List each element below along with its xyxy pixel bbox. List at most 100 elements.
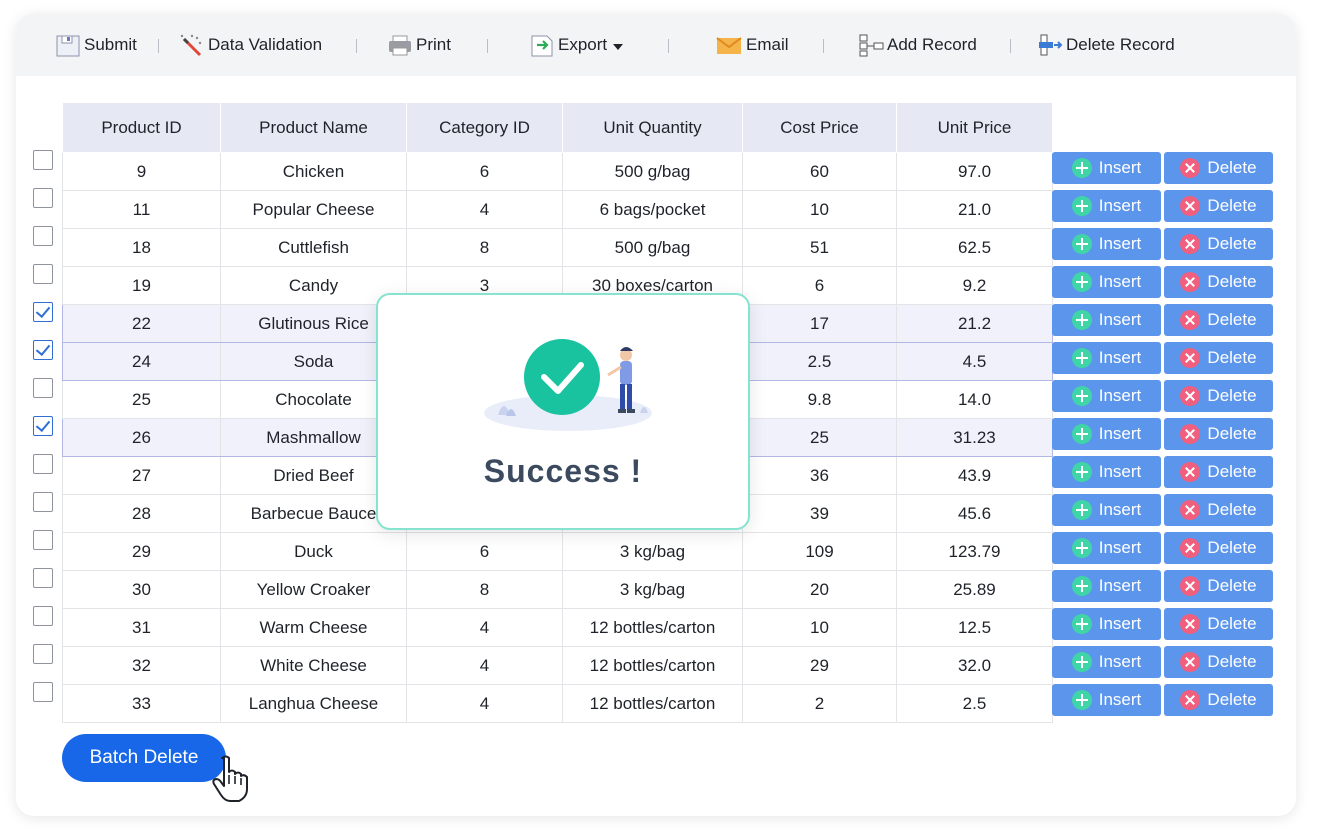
insert-row-button[interactable]: Insert <box>1052 418 1161 450</box>
product-name-cell[interactable]: Yellow Croaker <box>220 570 407 609</box>
delete-row-button[interactable]: Delete <box>1164 380 1273 412</box>
insert-row-button[interactable]: Insert <box>1052 304 1161 336</box>
category-id-cell[interactable]: 4 <box>406 646 563 685</box>
cost-price-cell[interactable]: 51 <box>742 228 897 267</box>
product-name-cell[interactable]: Warm Cheese <box>220 608 407 647</box>
row-checkbox[interactable] <box>33 606 53 626</box>
row-checkbox[interactable] <box>33 264 53 284</box>
category-id-cell[interactable]: 4 <box>406 684 563 723</box>
column-header-unit-price[interactable]: Unit Price <box>896 102 1053 153</box>
unit-quantity-cell[interactable]: 12 bottles/carton <box>562 608 743 647</box>
cost-price-cell[interactable]: 2 <box>742 684 897 723</box>
row-checkbox[interactable] <box>33 416 53 436</box>
cost-price-cell[interactable]: 36 <box>742 456 897 495</box>
table-row[interactable]: 30 Yellow Croaker 8 3 kg/bag 20 25.89 <box>62 570 1053 609</box>
data-validation-button[interactable]: Data Validation <box>180 14 322 76</box>
table-row[interactable]: 31 Warm Cheese 4 12 bottles/carton 10 12.5 <box>62 608 1053 647</box>
cost-price-cell[interactable]: 17 <box>742 304 897 343</box>
unit-price-cell[interactable]: 45.6 <box>896 494 1053 533</box>
cost-price-cell[interactable]: 20 <box>742 570 897 609</box>
column-header-category-id[interactable]: Category ID <box>406 102 563 153</box>
insert-row-button[interactable]: Insert <box>1052 152 1161 184</box>
product-id-cell[interactable]: 11 <box>62 190 221 229</box>
row-checkbox[interactable] <box>33 492 53 512</box>
product-id-cell[interactable]: 28 <box>62 494 221 533</box>
delete-record-button[interactable]: Delete Record <box>1038 14 1175 76</box>
delete-row-button[interactable]: Delete <box>1164 494 1273 526</box>
batch-delete-button[interactable]: Batch Delete <box>62 734 226 782</box>
row-checkbox[interactable] <box>33 150 53 170</box>
product-name-cell[interactable]: Cuttlefish <box>220 228 407 267</box>
row-checkbox[interactable] <box>33 530 53 550</box>
delete-row-button[interactable]: Delete <box>1164 684 1273 716</box>
cost-price-cell[interactable]: 10 <box>742 608 897 647</box>
column-header-cost-price[interactable]: Cost Price <box>742 102 897 153</box>
product-id-cell[interactable]: 26 <box>62 418 221 457</box>
unit-quantity-cell[interactable]: 3 kg/bag <box>562 570 743 609</box>
delete-row-button[interactable]: Delete <box>1164 570 1273 602</box>
category-id-cell[interactable]: 6 <box>406 152 563 191</box>
product-id-cell[interactable]: 30 <box>62 570 221 609</box>
row-checkbox[interactable] <box>33 340 53 360</box>
unit-price-cell[interactable]: 31.23 <box>896 418 1053 457</box>
insert-row-button[interactable]: Insert <box>1052 646 1161 678</box>
category-id-cell[interactable]: 8 <box>406 570 563 609</box>
unit-quantity-cell[interactable]: 500 g/bag <box>562 228 743 267</box>
insert-row-button[interactable]: Insert <box>1052 228 1161 260</box>
product-name-cell[interactable]: Duck <box>220 532 407 571</box>
delete-row-button[interactable]: Delete <box>1164 418 1273 450</box>
cost-price-cell[interactable]: 39 <box>742 494 897 533</box>
cost-price-cell[interactable]: 10 <box>742 190 897 229</box>
product-id-cell[interactable]: 19 <box>62 266 221 305</box>
product-id-cell[interactable]: 22 <box>62 304 221 343</box>
product-id-cell[interactable]: 18 <box>62 228 221 267</box>
delete-row-button[interactable]: Delete <box>1164 304 1273 336</box>
table-row[interactable]: 29 Duck 6 3 kg/bag 109 123.79 <box>62 532 1053 571</box>
cost-price-cell[interactable]: 9.8 <box>742 380 897 419</box>
product-name-cell[interactable]: Langhua Cheese <box>220 684 407 723</box>
insert-row-button[interactable]: Insert <box>1052 380 1161 412</box>
delete-row-button[interactable]: Delete <box>1164 228 1273 260</box>
delete-row-button[interactable]: Delete <box>1164 532 1273 564</box>
row-checkbox[interactable] <box>33 226 53 246</box>
unit-price-cell[interactable]: 97.0 <box>896 152 1053 191</box>
insert-row-button[interactable]: Insert <box>1052 532 1161 564</box>
insert-row-button[interactable]: Insert <box>1052 342 1161 374</box>
product-id-cell[interactable]: 24 <box>62 342 221 381</box>
delete-row-button[interactable]: Delete <box>1164 646 1273 678</box>
table-row[interactable]: 18 Cuttlefish 8 500 g/bag 51 62.5 <box>62 228 1053 267</box>
unit-price-cell[interactable]: 21.2 <box>896 304 1053 343</box>
unit-quantity-cell[interactable]: 3 kg/bag <box>562 532 743 571</box>
unit-quantity-cell[interactable]: 12 bottles/carton <box>562 646 743 685</box>
cost-price-cell[interactable]: 29 <box>742 646 897 685</box>
product-name-cell[interactable]: White Cheese <box>220 646 407 685</box>
product-id-cell[interactable]: 32 <box>62 646 221 685</box>
insert-row-button[interactable]: Insert <box>1052 570 1161 602</box>
product-id-cell[interactable]: 29 <box>62 532 221 571</box>
row-checkbox[interactable] <box>33 378 53 398</box>
unit-price-cell[interactable]: 12.5 <box>896 608 1053 647</box>
unit-quantity-cell[interactable]: 12 bottles/carton <box>562 684 743 723</box>
unit-price-cell[interactable]: 25.89 <box>896 570 1053 609</box>
unit-quantity-cell[interactable]: 6 bags/pocket <box>562 190 743 229</box>
insert-row-button[interactable]: Insert <box>1052 266 1161 298</box>
row-checkbox[interactable] <box>33 302 53 322</box>
table-row[interactable]: 32 White Cheese 4 12 bottles/carton 29 32.0 <box>62 646 1053 685</box>
unit-price-cell[interactable]: 2.5 <box>896 684 1053 723</box>
insert-row-button[interactable]: Insert <box>1052 456 1161 488</box>
product-id-cell[interactable]: 27 <box>62 456 221 495</box>
cost-price-cell[interactable]: 2.5 <box>742 342 897 381</box>
delete-row-button[interactable]: Delete <box>1164 266 1273 298</box>
row-checkbox[interactable] <box>33 454 53 474</box>
product-id-cell[interactable]: 9 <box>62 152 221 191</box>
email-button[interactable]: Email <box>716 14 789 76</box>
column-header-product-name[interactable]: Product Name <box>220 102 407 153</box>
product-id-cell[interactable]: 25 <box>62 380 221 419</box>
unit-price-cell[interactable]: 9.2 <box>896 266 1053 305</box>
product-id-cell[interactable]: 31 <box>62 608 221 647</box>
row-checkbox[interactable] <box>33 568 53 588</box>
unit-price-cell[interactable]: 14.0 <box>896 380 1053 419</box>
category-id-cell[interactable]: 4 <box>406 190 563 229</box>
category-id-cell[interactable]: 8 <box>406 228 563 267</box>
cost-price-cell[interactable]: 6 <box>742 266 897 305</box>
